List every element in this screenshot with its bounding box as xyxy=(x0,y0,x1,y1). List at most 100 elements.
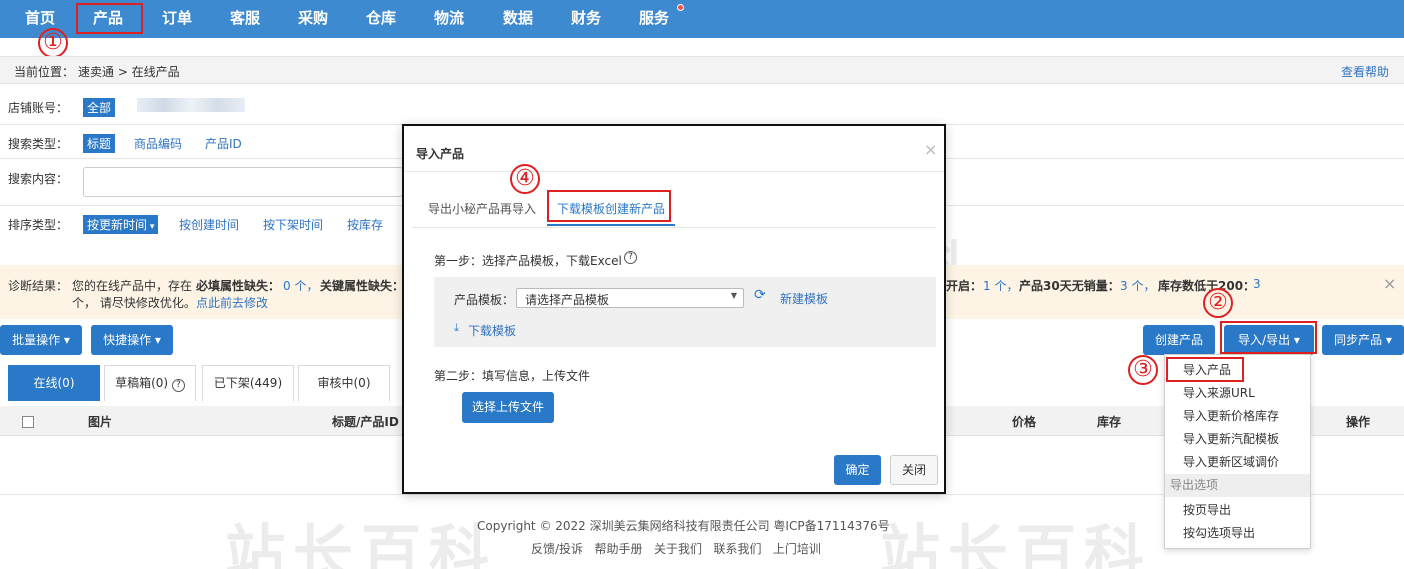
nav-purchase[interactable]: 采购 xyxy=(298,0,328,38)
tab-online[interactable]: 在线(0) xyxy=(8,365,100,401)
low-stock-count[interactable]: 3 xyxy=(1253,277,1261,291)
step1-text: 第一步：选择产品模板，下载Excel xyxy=(434,254,622,268)
annotation-4: ④ xyxy=(510,164,540,194)
diagnosis-label: 诊断结果： xyxy=(8,279,69,293)
sort-selected[interactable]: 按更新时间 ▾ xyxy=(83,215,159,234)
quick-actions-button[interactable]: 快捷操作 ▾ xyxy=(91,325,173,355)
tab-delisted[interactable]: 已下架(449) xyxy=(202,365,294,401)
nav-data[interactable]: 数据 xyxy=(503,0,533,38)
step2-text: 第二步：填写信息，上传文件 xyxy=(434,369,591,383)
modal-tab-export-reimport[interactable]: 导出小秘产品再导入 xyxy=(428,200,536,217)
sort-selected-label: 按更新时间 xyxy=(87,218,148,232)
annotation-1: ① xyxy=(38,28,68,58)
sort-stock[interactable]: 按库存 xyxy=(347,216,383,233)
shop-label: 店铺账号： xyxy=(8,101,69,115)
breadcrumb-prefix: 当前位置： xyxy=(14,65,75,79)
template-panel: 产品模板： 请选择产品模板 ▼ ⟳ 新建模板 ⤓ 下载模板 xyxy=(434,277,936,347)
nav-services[interactable]: 服务 xyxy=(639,0,669,38)
nav-service[interactable]: 客服 xyxy=(230,0,260,38)
notification-dot xyxy=(677,4,684,11)
watermark-left: 站长百科 xyxy=(225,519,497,569)
tab-drafts-label: 草稿箱(0) xyxy=(115,376,169,390)
annotation-2: ② xyxy=(1203,288,1233,318)
caret-down-icon: ▾ xyxy=(147,222,155,232)
key-attr-label: 关键属性缺失： xyxy=(320,279,405,293)
search-type-sku[interactable]: 商品编码 xyxy=(134,135,182,152)
right-count[interactable]: 1 个， xyxy=(983,277,1018,294)
search-type-id[interactable]: 产品ID xyxy=(205,135,242,152)
caret-down-icon: ▾ xyxy=(63,333,70,347)
tab-drafts[interactable]: 草稿箱(0) ? xyxy=(104,365,196,401)
no-sales-count[interactable]: 3 个， xyxy=(1120,277,1155,294)
diagnosis-line2: 个， 请尽快修改优化。 xyxy=(72,296,196,310)
footer-link-about[interactable]: 关于我们 xyxy=(654,542,702,556)
required-attr-label: 必填属性缺失： xyxy=(196,279,281,293)
select-all-checkbox[interactable] xyxy=(22,416,34,428)
sort-delisted[interactable]: 按下架时间 xyxy=(263,216,323,233)
divider xyxy=(404,171,944,172)
shop-all-tag[interactable]: 全部 xyxy=(83,98,116,117)
step1-help-icon[interactable]: ? xyxy=(624,251,637,264)
search-type-title[interactable]: 标题 xyxy=(83,134,116,153)
close-icon[interactable]: × xyxy=(1383,274,1396,293)
menu-export-checked[interactable]: 按勾选项导出 xyxy=(1165,522,1310,545)
new-template-link[interactable]: 新建模板 xyxy=(780,290,828,307)
search-input[interactable] xyxy=(83,167,403,197)
header-title: 标题/产品ID xyxy=(332,415,399,429)
upload-file-button[interactable]: 选择上传文件 xyxy=(462,392,554,423)
download-icon: ⤓ xyxy=(454,321,459,334)
sync-product-button[interactable]: 同步产品 ▾ xyxy=(1322,325,1404,355)
footer-link-training[interactable]: 上门培训 xyxy=(773,542,821,556)
create-product-button[interactable]: 创建产品 xyxy=(1143,325,1215,355)
menu-import-price-stock[interactable]: 导入更新价格库存 xyxy=(1165,405,1310,428)
annotation-3: ③ xyxy=(1128,355,1158,385)
watermark-right: 站长百科 xyxy=(880,519,1152,569)
confirm-button[interactable]: 确定 xyxy=(834,455,881,485)
no-sales-label: 产品30天无销量： xyxy=(1019,279,1120,293)
modal-close-icon[interactable]: × xyxy=(924,140,937,159)
breadcrumb: 当前位置： 速卖通 > 在线产品 查看帮助 xyxy=(0,56,1404,84)
menu-export-header: 导出选项 xyxy=(1165,474,1310,497)
tab-reviewing[interactable]: 审核中(0) xyxy=(298,365,390,401)
fix-link[interactable]: 点此前去修改 xyxy=(196,294,268,311)
menu-import-region-price[interactable]: 导入更新区域调价 xyxy=(1165,451,1310,474)
sort-created[interactable]: 按创建时间 xyxy=(179,216,239,233)
right-prefix: 开启： xyxy=(946,279,983,293)
required-count[interactable]: 0 个， xyxy=(283,277,318,294)
menu-import-auto-template[interactable]: 导入更新汽配模板 xyxy=(1165,428,1310,451)
header-stock: 库存 xyxy=(1097,415,1122,429)
highlight-product-nav xyxy=(76,3,143,34)
nav-orders[interactable]: 订单 xyxy=(162,0,192,38)
help-link[interactable]: 查看帮助 xyxy=(1341,63,1389,80)
footer-link-feedback[interactable]: 反馈/投诉 xyxy=(531,542,583,556)
sync-label: 同步产品 xyxy=(1334,333,1383,347)
search-type-label: 搜索类型： xyxy=(8,137,69,151)
modal-title: 导入产品 xyxy=(416,147,465,161)
help-icon: ? xyxy=(171,379,185,392)
nav-warehouse[interactable]: 仓库 xyxy=(366,0,396,38)
refresh-icon[interactable]: ⟳ xyxy=(754,287,766,303)
download-template-link[interactable]: 下载模板 xyxy=(468,322,516,339)
footer-link-contact[interactable]: 联系我们 xyxy=(713,542,761,556)
menu-export-page[interactable]: 按页导出 xyxy=(1165,499,1310,522)
batch-label: 批量操作 xyxy=(12,333,61,347)
highlight-import-product xyxy=(1166,357,1244,382)
active-tab-underline xyxy=(547,224,675,226)
header-price: 价格 xyxy=(1012,415,1037,429)
shop-account-blurred xyxy=(137,98,245,112)
import-export-menu: 导入产品 导入来源URL 导入更新价格库存 导入更新汽配模板 导入更新区域调价 … xyxy=(1164,354,1311,549)
close-button[interactable]: 关闭 xyxy=(890,455,938,485)
diagnosis-text: 您的在线产品中，存在 xyxy=(72,279,193,293)
nav-logistics[interactable]: 物流 xyxy=(434,0,464,38)
batch-actions-button[interactable]: 批量操作 ▾ xyxy=(0,325,82,355)
nav-finance[interactable]: 财务 xyxy=(571,0,601,38)
divider xyxy=(412,227,936,228)
highlight-import-export xyxy=(1220,321,1317,354)
menu-import-url[interactable]: 导入来源URL xyxy=(1165,382,1310,405)
chevron-down-icon: ▼ xyxy=(730,291,737,300)
footer-link-help[interactable]: 帮助手册 xyxy=(595,542,643,556)
template-label: 产品模板： xyxy=(454,293,515,307)
caret-down-icon: ▾ xyxy=(1385,333,1392,347)
template-select[interactable]: 请选择产品模板 ▼ xyxy=(516,288,744,308)
quick-label: 快捷操作 xyxy=(103,333,152,347)
